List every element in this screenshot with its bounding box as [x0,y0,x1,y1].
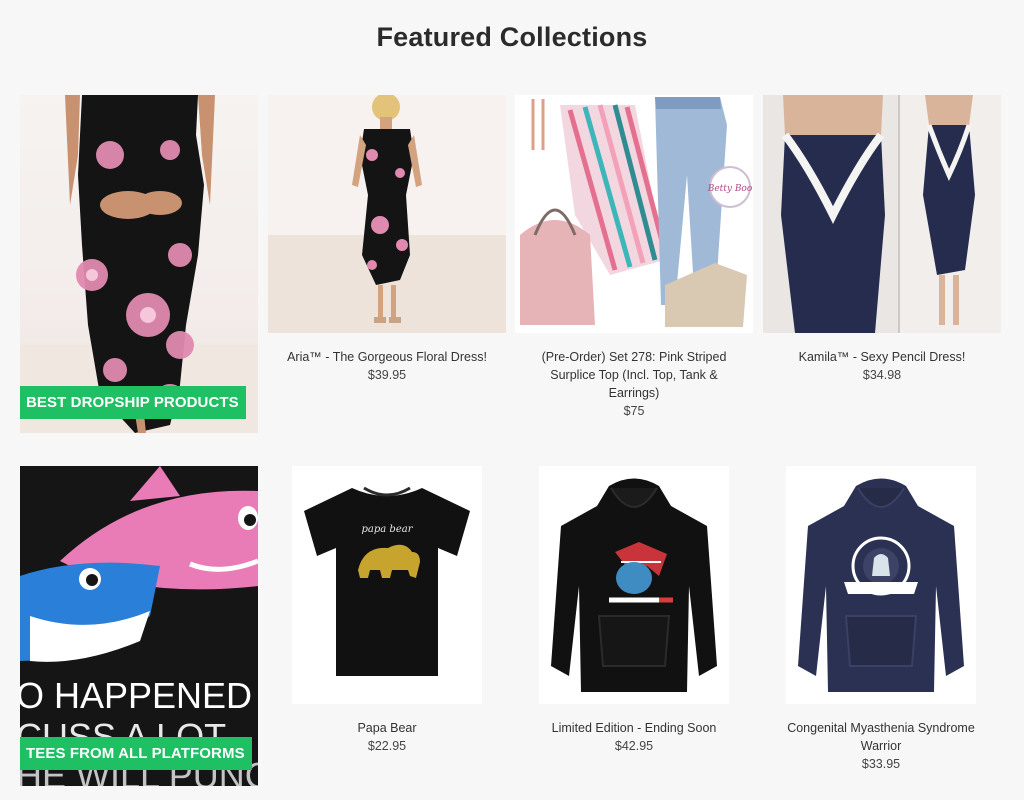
product-price: $34.98 [862,368,902,382]
product-name[interactable]: (Pre-Order) Set 278: Pink Striped Surpli… [530,348,738,402]
product-info: (Pre-Order) Set 278: Pink Striped Surpli… [530,348,738,420]
collection-badge[interactable]: TEES FROM ALL PLATFORMS [20,737,252,770]
product-image-papa-bear[interactable]: papa bear [292,466,482,704]
collection-tile-tees[interactable]: O HAPPENED CUSS A LOT HE WILL PUNCH TEES… [20,466,258,786]
svg-text:papa bear: papa bear [362,524,414,535]
product-image-kamila[interactable] [763,95,1001,333]
outfit-set-photo: Betty Boo [515,95,753,333]
product-price: $39.95 [367,368,407,382]
product-info: Kamila™ - Sexy Pencil Dress! $34.98 [763,348,1001,384]
product-info: Congenital Myasthenia Syndrome Warrior $… [775,719,987,773]
product-image-cms-warrior[interactable] [786,466,976,704]
product-name[interactable]: Papa Bear [268,719,506,737]
floral-dress-collection-image [20,95,258,433]
product-name[interactable]: Limited Edition - Ending Soon [515,719,753,737]
page-title: Featured Collections [376,22,648,52]
product-name[interactable]: Aria™ - The Gorgeous Floral Dress! [268,348,506,366]
svg-text:Betty Boo: Betty Boo [707,184,753,194]
svg-text:O HAPPENED: O HAPPENED [20,675,252,716]
product-name[interactable]: Kamila™ - Sexy Pencil Dress! [763,348,1001,366]
collection-tile-dropship[interactable]: BEST DROPSHIP PRODUCTS [20,95,258,433]
hoodie-photo [539,466,729,704]
hoodie-photo [786,466,976,704]
product-price: $42.95 [614,739,654,753]
product-info: Aria™ - The Gorgeous Floral Dress! $39.9… [268,348,506,384]
product-price: $22.95 [367,739,407,753]
product-price: $33.95 [861,757,901,771]
dress-photo [268,95,506,333]
tshirt-photo: papa bear [292,466,482,704]
product-info: Limited Edition - Ending Soon $42.95 [515,719,753,755]
product-info: Papa Bear $22.95 [268,719,506,755]
product-name[interactable]: Congenital Myasthenia Syndrome Warrior [775,719,987,755]
collection-badge[interactable]: BEST DROPSHIP PRODUCTS [20,386,246,419]
product-image-set-278[interactable]: Betty Boo [515,95,753,333]
pencil-dress-photo [763,95,1001,333]
product-image-aria[interactable] [268,95,506,333]
product-image-limited-edition[interactable] [539,466,729,704]
product-price: $75 [623,404,645,418]
